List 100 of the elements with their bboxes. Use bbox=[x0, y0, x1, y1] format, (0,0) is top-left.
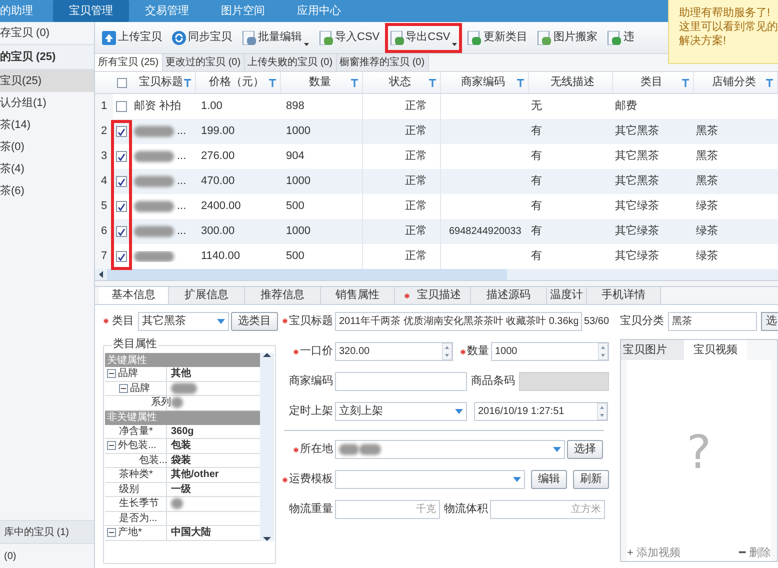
document-icon bbox=[537, 30, 552, 44]
toolbar-button[interactable]: 上传宝贝 bbox=[97, 22, 167, 52]
sub-tab[interactable]: 上传失败的宝贝 (0) bbox=[244, 54, 337, 71]
volume-field[interactable]: 立方米 bbox=[490, 500, 605, 519]
media-action-button[interactable]: ━ 删除 bbox=[739, 544, 771, 562]
field-label: 一口价 bbox=[300, 344, 333, 360]
collapse-toggle[interactable] bbox=[119, 384, 128, 393]
attribute-name: 系列 bbox=[151, 396, 171, 410]
sidebar-item[interactable]: 认分组(1) bbox=[0, 92, 94, 114]
sidebar-item[interactable]: 茶(14) bbox=[0, 114, 94, 136]
toolbar-button[interactable]: 违 bbox=[602, 22, 640, 52]
caret-icon bbox=[217, 318, 225, 324]
form-button[interactable]: 刷新 bbox=[573, 470, 609, 489]
sidebar-item[interactable]: 库中的宝贝 (1) bbox=[0, 520, 94, 544]
caret-icon bbox=[455, 409, 463, 414]
detail-tab[interactable]: 基本信息 bbox=[99, 287, 169, 304]
filter-icon bbox=[351, 78, 358, 86]
dropdown-field[interactable] bbox=[335, 470, 525, 489]
media-tab[interactable]: 宝贝图片 bbox=[621, 340, 684, 360]
detail-tab[interactable]: 描述源码 bbox=[471, 287, 547, 304]
caret-icon bbox=[304, 43, 309, 46]
toolbar-button[interactable]: 同步宝贝 bbox=[167, 22, 237, 52]
table-cell-text: 其它黑茶 bbox=[615, 174, 659, 190]
sidebar-item[interactable]: 存宝贝 (0) bbox=[0, 22, 94, 44]
sub-tab[interactable]: 所有宝贝 (25) bbox=[95, 54, 163, 71]
row-checkbox[interactable] bbox=[116, 101, 127, 112]
sub-tab[interactable]: 更改过的宝贝 (0) bbox=[162, 54, 245, 71]
column-header[interactable]: 类目 bbox=[621, 74, 682, 91]
collapse-toggle[interactable] bbox=[107, 528, 116, 538]
sidebar-item[interactable]: (0) bbox=[0, 544, 94, 568]
table-cell-text: 其它绿茶 bbox=[615, 224, 659, 240]
required-icon bbox=[460, 348, 466, 354]
collapse-toggle[interactable] bbox=[107, 441, 116, 450]
required-icon bbox=[293, 446, 299, 452]
shop-category-field[interactable]: 黑茶 bbox=[668, 312, 757, 330]
column-header[interactable]: 无线描述 bbox=[537, 74, 608, 91]
form-button[interactable]: 选类目 bbox=[231, 312, 278, 330]
media-tab[interactable]: 宝贝视频 bbox=[684, 340, 747, 360]
table-cell-text: 276.00 bbox=[201, 149, 235, 164]
field-label: 宝贝标题 bbox=[289, 314, 333, 329]
title-field[interactable]: 2011年千两茶 优质湖南安化黑茶茶叶 收藏茶叶 0.36kg bbox=[335, 312, 582, 330]
merchant-code-field[interactable] bbox=[335, 372, 467, 391]
detail-tab[interactable]: 推荐信息 bbox=[245, 287, 321, 304]
toolbar-button[interactable]: 导入CSV bbox=[314, 22, 385, 52]
attribute-name: 茶种类* bbox=[119, 468, 153, 482]
table-cell-text: 其它绿茶 bbox=[615, 198, 659, 214]
filter-icon bbox=[517, 78, 524, 86]
scroll-down-arrow bbox=[263, 536, 271, 540]
row-checkbox[interactable] bbox=[116, 226, 127, 237]
table-cell-text: 1000 bbox=[286, 124, 310, 140]
row-checkbox[interactable] bbox=[116, 126, 127, 137]
collapse-toggle[interactable] bbox=[107, 369, 116, 378]
detail-tab[interactable]: 扩展信息 bbox=[169, 287, 245, 304]
dropdown-field[interactable]: 立刻上架 bbox=[335, 402, 467, 421]
scroll-left-arrow bbox=[99, 271, 103, 278]
weight-field[interactable]: 千克 bbox=[335, 500, 440, 519]
attribute-value: 一级 bbox=[171, 482, 191, 497]
row-checkbox[interactable] bbox=[116, 151, 127, 162]
column-header[interactable]: 宝贝标题 bbox=[138, 74, 184, 91]
nav-tab[interactable]: 宝贝管理 bbox=[53, 0, 129, 22]
sidebar-item[interactable]: 茶(4) bbox=[0, 158, 94, 180]
column-header[interactable]: 商家编码 bbox=[449, 74, 517, 91]
column-header[interactable]: 价格（元） bbox=[204, 74, 269, 91]
datetime-field[interactable]: 2016/10/19 1:27:51 bbox=[474, 402, 608, 421]
sub-tab[interactable]: 橱窗推荐的宝贝 (0) bbox=[336, 54, 429, 71]
sidebar-item[interactable]: 茶(0) bbox=[0, 136, 94, 158]
column-header[interactable]: 店铺分类 bbox=[702, 74, 766, 91]
detail-tab[interactable]: 销售属性 bbox=[321, 287, 395, 304]
scrollbar-thumb[interactable] bbox=[107, 269, 507, 280]
detail-tab[interactable]: 温度计 bbox=[547, 287, 587, 304]
required-icon bbox=[404, 292, 410, 298]
quantity-field[interactable]: 1000 bbox=[491, 342, 609, 361]
price-field[interactable]: 320.00 bbox=[335, 342, 453, 361]
question-mark: ? bbox=[686, 424, 712, 481]
field-label: 物流体积 bbox=[444, 502, 488, 518]
field-label: 运费模板 bbox=[289, 472, 333, 488]
header-checkbox[interactable] bbox=[116, 78, 126, 88]
document-icon bbox=[390, 30, 404, 44]
column-header[interactable]: 数量 bbox=[289, 74, 351, 91]
form-button[interactable]: 选 bbox=[761, 312, 778, 330]
detail-tab[interactable]: 手机详情 bbox=[587, 287, 661, 304]
column-header[interactable]: 状态 bbox=[371, 74, 429, 91]
media-action-button[interactable]: + 添加视频 bbox=[627, 544, 680, 562]
toolbar-button[interactable]: 图片搬家 bbox=[532, 22, 602, 52]
form-button[interactable]: 选择 bbox=[567, 440, 603, 459]
sidebar-item[interactable]: 的宝贝 (25) bbox=[0, 44, 94, 70]
check-icon bbox=[117, 202, 126, 210]
check-icon bbox=[117, 152, 126, 160]
detail-tab[interactable]: 宝贝描述 bbox=[395, 287, 471, 304]
row-checkbox[interactable] bbox=[116, 176, 127, 187]
dropdown-field[interactable] bbox=[335, 440, 565, 459]
toolbar-button[interactable]: 批量编辑 bbox=[237, 22, 314, 52]
sidebar-item[interactable]: 茶(6) bbox=[0, 180, 94, 202]
row-checkbox[interactable] bbox=[116, 201, 127, 212]
dropdown-field[interactable]: 其它黑茶 bbox=[138, 312, 229, 330]
row-checkbox[interactable] bbox=[116, 251, 127, 262]
form-button[interactable]: 编辑 bbox=[531, 470, 567, 489]
vertical-scrollbar[interactable] bbox=[260, 353, 274, 540]
toolbar-button[interactable]: 更新类目 bbox=[462, 22, 532, 52]
sidebar-item[interactable]: 宝贝(25) bbox=[0, 70, 94, 92]
